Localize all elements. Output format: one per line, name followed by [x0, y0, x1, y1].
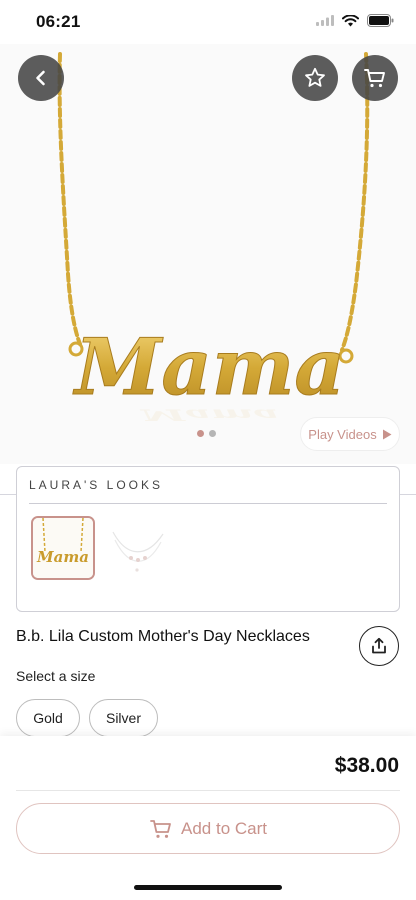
status-icons [316, 14, 394, 27]
looks-divider [29, 503, 387, 504]
gallery-dot[interactable] [209, 430, 216, 437]
panel-divider [16, 790, 400, 791]
look-thumbnail-gold[interactable]: Mama [31, 516, 95, 580]
star-icon [305, 67, 325, 87]
product-title: B.b. Lila Custom Mother's Day Necklaces [16, 628, 310, 645]
looks-card: LAURA'S LOOKS Mama [16, 466, 400, 612]
gallery-pagination [197, 430, 216, 437]
signal-icon [316, 15, 334, 26]
look-thumbnail-image [107, 518, 167, 578]
cart-icon [364, 69, 385, 88]
chevron-left-icon [36, 70, 45, 86]
svg-text:Mama: Mama [139, 405, 279, 424]
play-videos-label: Play Videos [308, 426, 377, 442]
size-option-gold[interactable]: Gold [16, 699, 80, 737]
pendant-word: Mama [72, 322, 345, 413]
favorite-button[interactable] [292, 55, 338, 101]
look-thumbnail-word: Mama [36, 548, 89, 566]
size-option-label: Gold [33, 710, 63, 726]
look-thumbnail-image: Mama [33, 518, 93, 578]
wifi-icon [342, 14, 359, 26]
share-button[interactable] [359, 626, 399, 666]
look-thumbnail-silver[interactable] [105, 516, 169, 580]
price: $38.00 [334, 754, 399, 777]
status-bar: 06:21 [0, 0, 416, 44]
size-label: Select a size [16, 668, 96, 684]
product-image: Mama Mama [57, 52, 370, 424]
play-videos-button[interactable]: Play Videos [300, 417, 400, 451]
cart-icon [150, 819, 171, 838]
size-option-silver[interactable]: Silver [89, 699, 158, 737]
bottom-purchase-panel: $38.00 Add to Cart [0, 736, 416, 900]
add-to-cart-button[interactable]: Add to Cart [16, 803, 400, 854]
share-icon [372, 637, 386, 654]
gallery-dot-active[interactable] [197, 430, 204, 437]
play-icon [382, 429, 392, 439]
add-to-cart-label: Add to Cart [181, 818, 267, 838]
status-time: 06:21 [36, 12, 81, 31]
product-gallery[interactable]: Mama Mama [0, 44, 416, 464]
back-button[interactable] [18, 55, 64, 101]
home-indicator[interactable] [134, 885, 282, 890]
battery-icon [367, 14, 394, 27]
size-option-label: Silver [105, 710, 141, 726]
cart-button[interactable] [352, 55, 398, 101]
looks-title: LAURA'S LOOKS [29, 478, 163, 492]
